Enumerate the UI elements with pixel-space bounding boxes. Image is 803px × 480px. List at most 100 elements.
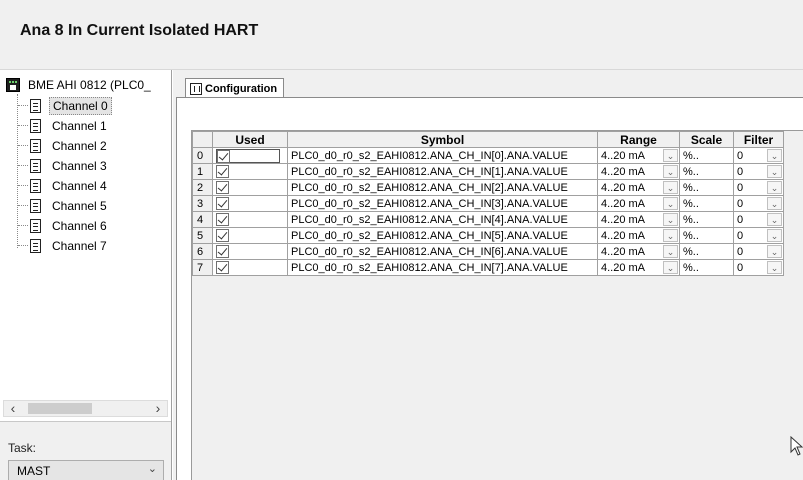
symbol-cell[interactable]: PLC0_d0_r0_s2_EAHI0812.ANA_CH_IN[0].ANA.…	[287, 147, 598, 164]
range-select[interactable]: 4..20 mA ⌄	[597, 163, 680, 180]
header-symbol[interactable]: Symbol	[287, 131, 598, 148]
used-cell[interactable]	[212, 211, 288, 228]
scrollbar-thumb[interactable]	[28, 403, 92, 414]
header-scale[interactable]: Scale	[679, 131, 734, 148]
chevron-down-icon[interactable]: ⌄	[767, 229, 782, 242]
range-select[interactable]: 4..20 mA ⌄	[597, 195, 680, 212]
header-used[interactable]: Used	[212, 131, 288, 148]
scale-cell[interactable]: %..	[679, 195, 734, 212]
chevron-down-icon[interactable]: ⌄	[663, 197, 678, 210]
table-row[interactable]: 4 PLC0_d0_r0_s2_EAHI0812.ANA_CH_IN[4].ANA…	[192, 211, 784, 228]
used-cell[interactable]	[212, 259, 288, 276]
tree-item-channel-6[interactable]: Channel 6	[18, 216, 110, 235]
used-cell[interactable]	[212, 227, 288, 244]
used-cell[interactable]	[212, 243, 288, 260]
tree-item-channel-3[interactable]: Channel 3	[18, 156, 110, 175]
scroll-right-icon[interactable]: ›	[150, 401, 166, 416]
symbol-cell[interactable]: PLC0_d0_r0_s2_EAHI0812.ANA_CH_IN[2].ANA.…	[287, 179, 598, 196]
filter-select[interactable]: 0 ⌄	[733, 163, 784, 180]
tree-item-channel-5[interactable]: Channel 5	[18, 196, 110, 215]
used-checkbox[interactable]	[216, 181, 229, 194]
range-select[interactable]: 4..20 mA ⌄	[597, 259, 680, 276]
chevron-down-icon[interactable]: ⌄	[663, 149, 678, 162]
chevron-down-icon[interactable]: ⌄	[663, 165, 678, 178]
tree-item-channel-2[interactable]: Channel 2	[18, 136, 110, 155]
range-value: 4..20 mA	[601, 149, 646, 162]
chevron-down-icon[interactable]: ⌄	[663, 261, 678, 274]
task-select[interactable]: MAST ⌄	[8, 460, 164, 480]
symbol-cell[interactable]: PLC0_d0_r0_s2_EAHI0812.ANA_CH_IN[3].ANA.…	[287, 195, 598, 212]
range-select[interactable]: 4..20 mA ⌄	[597, 227, 680, 244]
used-cell[interactable]	[212, 163, 288, 180]
filter-value: 0	[737, 165, 744, 178]
range-select[interactable]: 4..20 mA ⌄	[597, 147, 680, 164]
scale-cell[interactable]: %..	[679, 259, 734, 276]
chevron-down-icon[interactable]: ⌄	[767, 181, 782, 194]
chevron-down-icon[interactable]: ⌄	[767, 261, 782, 274]
tree-item-channel-1[interactable]: Channel 1	[18, 116, 110, 135]
used-checkbox[interactable]	[216, 229, 229, 242]
header-range[interactable]: Range	[597, 131, 680, 148]
table-row[interactable]: 1 PLC0_d0_r0_s2_EAHI0812.ANA_CH_IN[1].ANA…	[192, 163, 784, 180]
filter-select[interactable]: 0 ⌄	[733, 211, 784, 228]
document-icon	[30, 118, 41, 133]
chevron-down-icon[interactable]: ⌄	[663, 245, 678, 258]
chevron-down-icon[interactable]: ⌄	[663, 229, 678, 242]
filter-select[interactable]: 0 ⌄	[733, 195, 784, 212]
symbol-cell[interactable]: PLC0_d0_r0_s2_EAHI0812.ANA_CH_IN[1].ANA.…	[287, 163, 598, 180]
table-row[interactable]: 2 PLC0_d0_r0_s2_EAHI0812.ANA_CH_IN[2].ANA…	[192, 179, 784, 196]
used-checkbox[interactable]	[216, 245, 229, 258]
scale-cell[interactable]: %..	[679, 211, 734, 228]
table-row[interactable]: 0 PLC0_d0_r0_s2_EAHI0812.ANA_CH_IN[0].ANA…	[192, 147, 784, 164]
filter-select[interactable]: 0 ⌄	[733, 227, 784, 244]
chevron-down-icon[interactable]: ⌄	[767, 149, 782, 162]
range-select[interactable]: 4..20 mA ⌄	[597, 243, 680, 260]
document-icon	[30, 138, 41, 153]
used-cell[interactable]	[212, 179, 288, 196]
tree-item-label: Channel 4	[52, 178, 107, 193]
symbol-cell[interactable]: PLC0_d0_r0_s2_EAHI0812.ANA_CH_IN[6].ANA.…	[287, 243, 598, 260]
scale-cell[interactable]: %..	[679, 163, 734, 180]
filter-select[interactable]: 0 ⌄	[733, 243, 784, 260]
tree-root-module[interactable]: BME AHI 0812 (PLC0_	[6, 76, 151, 94]
range-select[interactable]: 4..20 mA ⌄	[597, 211, 680, 228]
page-title: Ana 8 In Current Isolated HART	[20, 22, 259, 39]
used-checkbox[interactable]	[217, 149, 230, 163]
used-cell[interactable]	[212, 195, 288, 212]
tab-configuration[interactable]: Configuration	[185, 78, 285, 98]
symbol-cell[interactable]: PLC0_d0_r0_s2_EAHI0812.ANA_CH_IN[5].ANA.…	[287, 227, 598, 244]
chevron-down-icon[interactable]: ⌄	[767, 197, 782, 210]
table-row[interactable]: 3 PLC0_d0_r0_s2_EAHI0812.ANA_CH_IN[3].ANA…	[192, 195, 784, 212]
chevron-down-icon[interactable]: ⌄	[767, 165, 782, 178]
task-panel: Task: MAST ⌄	[0, 421, 171, 480]
scale-cell[interactable]: %..	[679, 147, 734, 164]
scroll-left-icon[interactable]: ‹	[5, 401, 21, 416]
tree-item-channel-4[interactable]: Channel 4	[18, 176, 110, 195]
document-icon	[30, 238, 41, 253]
range-select[interactable]: 4..20 mA ⌄	[597, 179, 680, 196]
table-row[interactable]: 5 PLC0_d0_r0_s2_EAHI0812.ANA_CH_IN[5].ANA…	[192, 227, 784, 244]
used-checkbox[interactable]	[216, 197, 229, 210]
used-checkbox[interactable]	[216, 213, 229, 226]
scale-cell[interactable]: %..	[679, 227, 734, 244]
symbol-cell[interactable]: PLC0_d0_r0_s2_EAHI0812.ANA_CH_IN[4].ANA.…	[287, 211, 598, 228]
header-filter[interactable]: Filter	[733, 131, 784, 148]
used-checkbox[interactable]	[216, 165, 229, 178]
tree-item-channel-0[interactable]: Channel 0	[18, 96, 112, 115]
used-checkbox[interactable]	[216, 261, 229, 274]
chevron-down-icon[interactable]: ⌄	[767, 245, 782, 258]
scale-cell[interactable]: %..	[679, 179, 734, 196]
table-row[interactable]: 7 PLC0_d0_r0_s2_EAHI0812.ANA_CH_IN[7].ANA…	[192, 259, 784, 276]
scale-cell[interactable]: %..	[679, 243, 734, 260]
filter-select[interactable]: 0 ⌄	[733, 147, 784, 164]
symbol-cell[interactable]: PLC0_d0_r0_s2_EAHI0812.ANA_CH_IN[7].ANA.…	[287, 259, 598, 276]
filter-select[interactable]: 0 ⌄	[733, 259, 784, 276]
chevron-down-icon[interactable]: ⌄	[767, 213, 782, 226]
table-row[interactable]: 6 PLC0_d0_r0_s2_EAHI0812.ANA_CH_IN[6].ANA…	[192, 243, 784, 260]
tree-item-channel-7[interactable]: Channel 7	[18, 236, 110, 255]
used-cell[interactable]	[212, 147, 288, 164]
filter-select[interactable]: 0 ⌄	[733, 179, 784, 196]
chevron-down-icon[interactable]: ⌄	[663, 213, 678, 226]
chevron-down-icon[interactable]: ⌄	[663, 181, 678, 194]
tree-horizontal-scrollbar[interactable]: ‹ ›	[3, 400, 168, 417]
